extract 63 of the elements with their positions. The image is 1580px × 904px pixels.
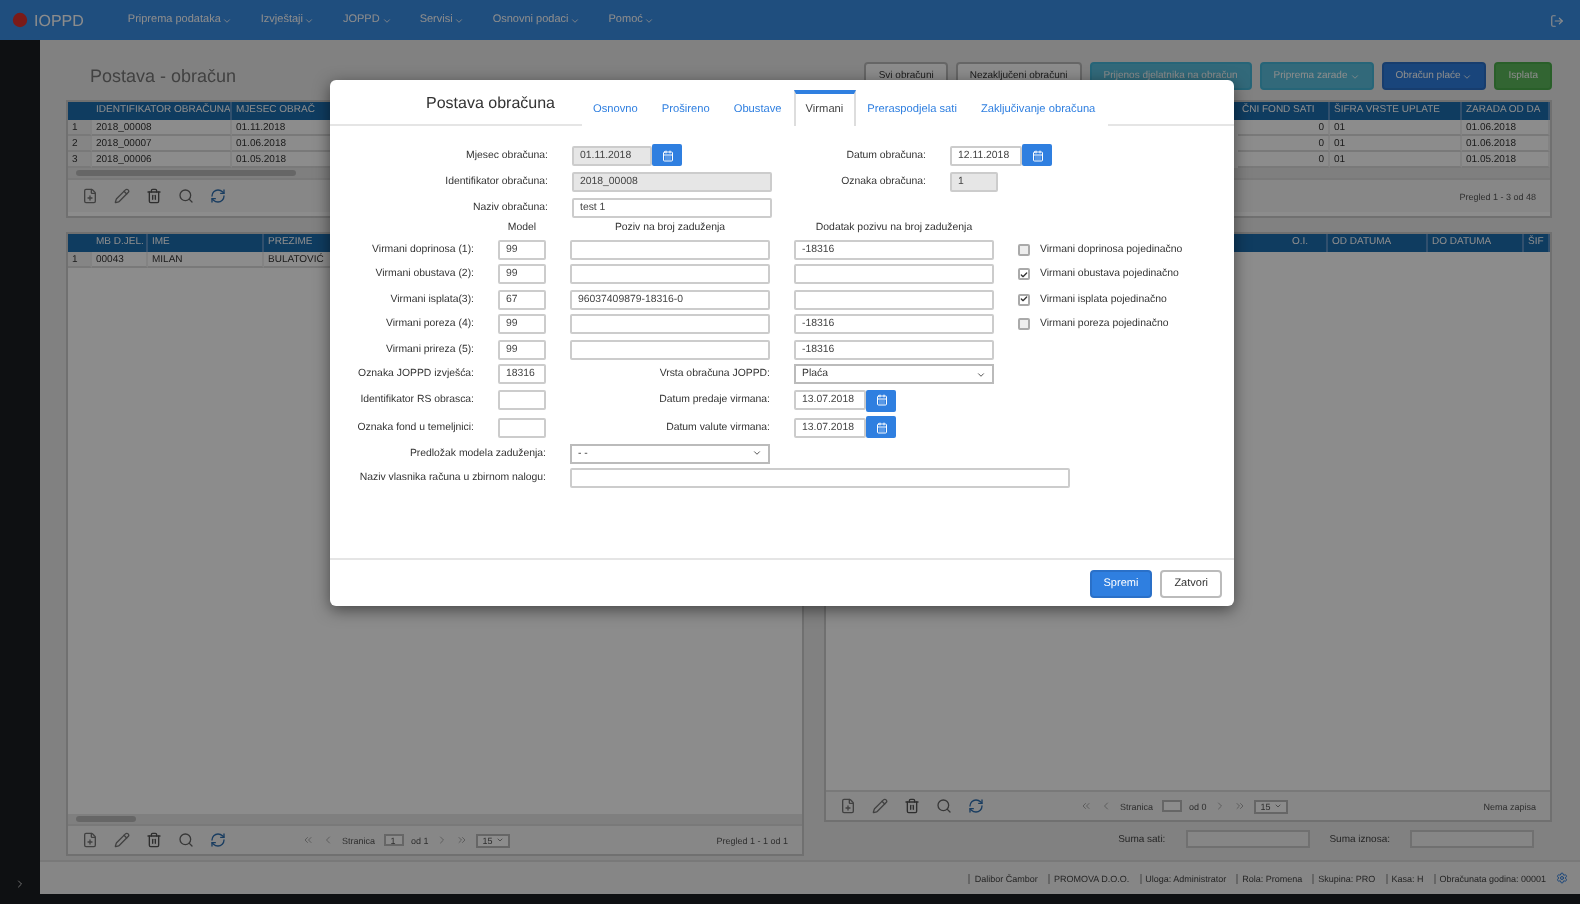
checkbox[interactable] xyxy=(1018,318,1030,330)
refresh-icon[interactable] xyxy=(210,832,226,848)
caret-icon xyxy=(644,15,655,25)
input-field[interactable] xyxy=(498,390,546,410)
caret-icon xyxy=(1462,71,1473,81)
page-field[interactable] xyxy=(1161,800,1182,812)
logo-icon xyxy=(12,12,28,28)
column-header xyxy=(68,234,92,252)
checkbox[interactable] xyxy=(1018,293,1030,305)
check-icon xyxy=(1020,294,1028,304)
reference-suffix-field[interactable] xyxy=(794,264,994,284)
reference-field[interactable] xyxy=(570,314,770,334)
add-icon[interactable] xyxy=(82,832,98,848)
search-icon[interactable] xyxy=(178,832,194,848)
checkbox[interactable] xyxy=(1018,268,1030,280)
add-icon[interactable] xyxy=(82,188,98,204)
calendar-icon xyxy=(875,421,887,433)
caret-icon xyxy=(381,15,392,25)
calendar-icon xyxy=(1031,149,1043,161)
reference-field[interactable] xyxy=(570,264,770,284)
input-field[interactable] xyxy=(498,417,546,437)
calendar-button[interactable] xyxy=(866,416,896,438)
page-title: Postava - obračun xyxy=(90,66,237,86)
caret-icon xyxy=(976,369,986,379)
calendar-button[interactable] xyxy=(866,389,896,411)
refresh-icon[interactable] xyxy=(210,188,226,204)
check-icon xyxy=(1020,269,1028,279)
calendar-button[interactable] xyxy=(652,144,682,166)
reference-field[interactable] xyxy=(570,239,770,259)
column-header xyxy=(68,102,92,120)
refresh-icon[interactable] xyxy=(968,798,984,814)
reference-field[interactable] xyxy=(570,339,770,359)
edit-icon[interactable] xyxy=(114,832,130,848)
calendar-button[interactable] xyxy=(1022,144,1052,166)
search-icon[interactable] xyxy=(178,188,194,204)
input-field[interactable] xyxy=(570,468,1070,488)
checkbox[interactable] xyxy=(1018,243,1030,255)
caret-icon xyxy=(454,15,465,25)
next-page-icon[interactable] xyxy=(436,834,449,846)
delete-icon[interactable] xyxy=(146,832,162,848)
caret-icon xyxy=(570,15,581,25)
dialog-title: Postava obračuna xyxy=(426,93,555,111)
calendar-icon xyxy=(661,149,673,161)
caret-icon xyxy=(222,15,233,25)
caret-icon xyxy=(752,448,762,458)
expand-icon[interactable] xyxy=(14,878,26,890)
settings-icon[interactable] xyxy=(1556,872,1568,884)
reference-suffix-field[interactable] xyxy=(794,289,994,309)
caret-icon xyxy=(304,15,315,25)
add-icon[interactable] xyxy=(840,798,856,814)
first-page-icon[interactable] xyxy=(1080,800,1092,812)
horizontal-scrollbar[interactable] xyxy=(68,814,802,824)
app-logo-text: IOPPD xyxy=(34,11,84,29)
caret-icon xyxy=(1349,71,1360,81)
first-page-icon[interactable] xyxy=(302,834,314,846)
delete-icon[interactable] xyxy=(146,188,162,204)
search-icon[interactable] xyxy=(936,798,952,814)
next-page-icon[interactable] xyxy=(1214,800,1227,812)
edit-icon[interactable] xyxy=(114,188,130,204)
calendar-icon xyxy=(875,394,887,406)
logout-icon[interactable] xyxy=(1550,13,1564,27)
edit-icon[interactable] xyxy=(872,798,888,814)
delete-icon[interactable] xyxy=(904,798,920,814)
